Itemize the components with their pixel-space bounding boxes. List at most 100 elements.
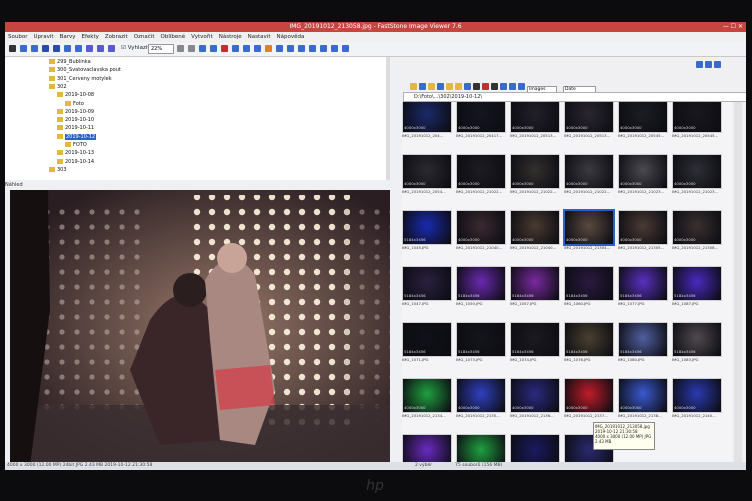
thumbnail[interactable]: 4000x3000 IMG_20191012_2136...: [510, 378, 560, 418]
toolbar-icon-6[interactable]: [75, 45, 82, 52]
zoom-select[interactable]: 22%: [148, 44, 174, 54]
toolbar-icon-12[interactable]: [199, 45, 206, 52]
browser-tool-icon-3[interactable]: [437, 83, 444, 90]
toolbar-icon-11[interactable]: [188, 45, 195, 52]
tree-item[interactable]: 2019-10-13: [57, 150, 94, 156]
thumbnail[interactable]: 5184x3456 IMG_1087.JPG: [672, 266, 722, 306]
window-controls[interactable]: — ☐ ✕: [723, 22, 743, 32]
menu-item-5[interactable]: Označit: [134, 34, 155, 40]
thumbnail[interactable]: 5184x3456 IMG_1057.JPG: [510, 266, 560, 306]
thumbnail[interactable]: 5184x3456 IMG_1060.JPG: [564, 266, 614, 306]
menu-item-1[interactable]: Upravit: [33, 34, 53, 40]
browser-tool-icon-7[interactable]: [473, 83, 480, 90]
path-field[interactable]: D:\Foto\...\302\2019-10-12\: [403, 92, 746, 102]
tree-item[interactable]: 302: [49, 83, 67, 90]
tree-item[interactable]: 301_Cerveny motylek: [49, 75, 112, 82]
browser-tool-icon-10[interactable]: [500, 83, 507, 90]
thumbnail[interactable]: 4000x3000 IMG_20191012_21022...: [564, 154, 614, 194]
toolbar-icon-1[interactable]: [20, 45, 27, 52]
toolbar-icon-18[interactable]: [265, 45, 272, 52]
toolbar-icon-7[interactable]: [86, 45, 93, 52]
thumbnail[interactable]: 5184x3456 IMG_1074.JPG: [510, 322, 560, 362]
tree-item[interactable]: 2019-10-11: [57, 125, 94, 131]
thumbnail[interactable]: 4000x3000 IMG_20191012_2054...: [402, 154, 452, 194]
tree-item[interactable]: 300_Svatovaclavska pout: [49, 67, 121, 73]
thumbnail[interactable]: 4000x3000 IMG_20191012_20545...: [618, 102, 668, 138]
browser-tool-icon-12[interactable]: [518, 83, 525, 90]
thumbnail[interactable]: 4000x3000 IMG_20191012_21304...: [563, 209, 615, 250]
browser-tool-icon-9[interactable]: [491, 83, 498, 90]
browser-tool-icon-2[interactable]: [428, 83, 435, 90]
toolbar-icon-3[interactable]: [42, 45, 49, 52]
thumbnail[interactable]: 4000x3000 IMG_20191012_21040...: [456, 210, 506, 250]
thumbnail[interactable]: 4000x3000 IMG_20191012_2137...: [564, 378, 614, 418]
thumbnail[interactable]: 5184x3456 IMG_1076.JPG: [564, 322, 614, 362]
grid-scrollbar[interactable]: [734, 102, 742, 468]
thumbnail[interactable]: 4000x3000 IMG_20191012_20545...: [672, 102, 722, 138]
tree-item[interactable]: 2019-10-12: [57, 133, 97, 140]
thumbnail[interactable]: 4000x3000 IMG_20191012_2135...: [456, 378, 506, 418]
browser-tool-icon-11[interactable]: [509, 83, 516, 90]
thumbnail[interactable]: 5184x3456 IMG_1050.JPG: [456, 266, 506, 306]
tree-item[interactable]: 2019-10-10: [57, 117, 94, 123]
toolbar-icon-20[interactable]: [287, 45, 294, 52]
browser-tool-icon-0[interactable]: [410, 83, 417, 90]
toolbar-icon-14[interactable]: [221, 45, 228, 52]
toolbar-icon-15[interactable]: [232, 45, 239, 52]
browser-tool-icon-4[interactable]: [446, 83, 453, 90]
tree-item[interactable]: 2019-10-08: [57, 92, 94, 98]
thumbnail[interactable]: 4000x3000 IMG_20191012_21308...: [672, 210, 722, 250]
menu-item-10[interactable]: Nápověda: [276, 34, 304, 40]
toolbar-icon-8[interactable]: [97, 45, 104, 52]
browser-tool-icon-5[interactable]: [455, 83, 462, 90]
smooth-checkbox[interactable]: ☑ Vyhlazit: [121, 45, 150, 51]
toolbar-icon-0[interactable]: [9, 45, 16, 52]
menu-item-6[interactable]: Oblíbené: [161, 34, 186, 40]
toolbar-icon-4[interactable]: [53, 45, 60, 52]
thumbnail[interactable]: 4000x3000 IMG_20191012_21305...: [618, 210, 668, 250]
menu-item-2[interactable]: Barvy: [60, 34, 76, 40]
tree-scrollbar[interactable]: [386, 57, 390, 180]
thumbnail[interactable]: 4000x3000 IMG_20191012_21040...: [510, 210, 560, 250]
thumbnail[interactable]: 5184x3456 IMG_1080.JPG: [618, 322, 668, 362]
thumbnail[interactable]: 4000x3000 IMG_20191012_21022...: [510, 154, 560, 194]
toolbar-icon-13[interactable]: [210, 45, 217, 52]
browser-tool-icon-8[interactable]: [482, 83, 489, 90]
toolbar-icon-5[interactable]: [64, 45, 71, 52]
thumbnail[interactable]: 5184x3456 IMG_1045.JPG: [402, 210, 452, 250]
browser-tool-icon-1[interactable]: [419, 83, 426, 90]
thumbnail[interactable]: 5184x3456 IMG_1073.JPG: [456, 322, 506, 362]
view-mode-icon-2[interactable]: [714, 61, 721, 68]
tree-item[interactable]: FOTO: [65, 142, 87, 148]
folder-tree[interactable]: 299_Bublinka 300_Svatovaclavska pout 301_C…: [5, 57, 390, 180]
tree-item[interactable]: 2019-10-14: [57, 158, 94, 165]
tree-item[interactable]: 303: [49, 166, 67, 173]
menu-item-3[interactable]: Efekty: [81, 34, 98, 40]
thumbnail[interactable]: 5184x3456 IMG_1083.JPG: [672, 322, 722, 362]
toolbar-icon-10[interactable]: [177, 45, 184, 52]
thumbnail[interactable]: 4000x3000 IMG_20191012_20417...: [456, 102, 506, 138]
toolbar-icon-24[interactable]: [331, 45, 338, 52]
browser-tool-icon-6[interactable]: [464, 83, 471, 90]
toolbar-icon-23[interactable]: [320, 45, 327, 52]
tree-item[interactable]: 299_Bublinka: [49, 59, 91, 65]
tree-item[interactable]: 2019-10-09: [57, 108, 94, 115]
thumbnail[interactable]: 4000x3000 IMG_20191012_21022...: [456, 154, 506, 194]
thumbnail[interactable]: 5184x3456 IMG_1047.JPG: [402, 266, 452, 306]
thumbnail[interactable]: 4000x3000 IMG_20191012_21023...: [618, 154, 668, 194]
toolbar-icon-22[interactable]: [309, 45, 316, 52]
toolbar-icon-19[interactable]: [276, 45, 283, 52]
thumbnail[interactable]: 4000x3000 IMG_20191012_2140...: [672, 378, 722, 418]
thumbnail[interactable]: 5184x3456 IMG_1071.JPG: [402, 322, 452, 362]
menu-item-8[interactable]: Nástroje: [219, 34, 242, 40]
thumbnail[interactable]: 4000x3000 IMG_20191012_2138...: [618, 378, 668, 418]
toolbar-icon-9[interactable]: [108, 45, 115, 52]
toolbar-icon-16[interactable]: [243, 45, 250, 52]
toolbar-icon-2[interactable]: [31, 45, 38, 52]
image-preview[interactable]: [10, 190, 390, 466]
thumbnail[interactable]: 4000x3000 IMG_20191012_20513...: [510, 102, 560, 138]
view-mode-icon-1[interactable]: [705, 61, 712, 68]
menu-item-4[interactable]: Zobrazit: [105, 34, 128, 40]
toolbar-icon-25[interactable]: [342, 45, 349, 52]
menu-item-7[interactable]: Vytvořit: [191, 34, 213, 40]
